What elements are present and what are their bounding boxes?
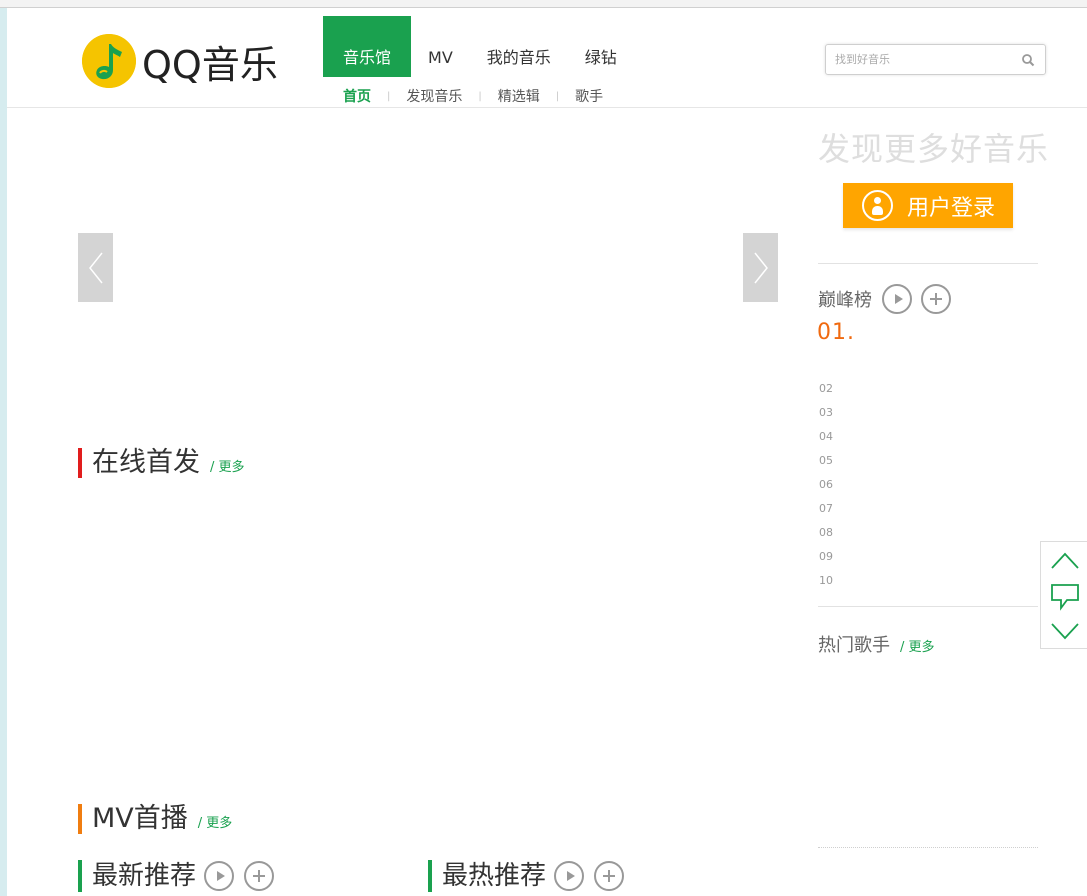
chevron-down-icon[interactable] — [1050, 616, 1080, 646]
play-latest-button[interactable] — [204, 861, 235, 891]
add-hottest-button[interactable] — [594, 861, 625, 891]
nav-item-music-hall[interactable]: 音乐馆 — [323, 16, 412, 77]
window-top-bar — [0, 0, 1087, 8]
add-latest-button[interactable] — [244, 861, 275, 891]
play-chart-button[interactable] — [882, 284, 912, 314]
slider-next-button[interactable] — [743, 233, 778, 302]
hot-singers-title: 热门歌手 — [818, 635, 890, 656]
section-hottest: 最热推荐 — [428, 860, 625, 892]
nav-item-mv[interactable]: MV — [411, 16, 470, 77]
subnav-item-home[interactable]: 首页 — [343, 86, 371, 106]
chevron-right-icon — [754, 252, 768, 284]
subnav-separator: | — [478, 90, 482, 102]
rank-number: 03 — [819, 406, 833, 419]
subnav-item-albums[interactable]: 精选辑 — [498, 86, 540, 106]
add-chart-button[interactable] — [921, 284, 951, 314]
section-title: 最新推荐 — [92, 861, 197, 891]
section-accent-bar — [78, 804, 82, 834]
sidebar-divider — [818, 263, 1038, 264]
section-accent-bar — [428, 860, 432, 892]
sidebar-dotted-divider — [818, 847, 1038, 848]
slider-prev-button[interactable] — [78, 233, 113, 302]
login-label: 用户登录 — [907, 195, 996, 221]
chevron-up-icon[interactable] — [1050, 546, 1080, 576]
section-title: 最热推荐 — [442, 861, 547, 891]
hot-singers-header: 热门歌手 / 更多 — [818, 631, 935, 657]
peak-chart-title: 巅峰榜 — [818, 290, 872, 311]
rank-number: 07 — [819, 502, 833, 515]
section-title: MV首播 — [92, 803, 188, 834]
more-link-mv-premiere[interactable]: / 更多 — [198, 812, 233, 831]
qq-music-logo[interactable]: QQ音乐 — [82, 33, 278, 89]
subnav-separator: | — [555, 90, 560, 102]
subnav-separator: | — [387, 90, 391, 102]
section-online-release: 在线首发 / 更多 — [78, 448, 245, 478]
rank-number: 06 — [819, 478, 833, 491]
peak-chart-header: 巅峰榜 — [818, 284, 951, 314]
floating-toolbar — [1040, 541, 1087, 649]
music-note-logo-icon — [82, 34, 136, 88]
chevron-left-icon — [89, 252, 103, 284]
window-left-edge — [0, 8, 7, 896]
more-link-hot-singers[interactable]: / 更多 — [900, 636, 935, 655]
sidebar-divider — [818, 606, 1038, 607]
nav-item-green-diamond[interactable]: 绿钻 — [568, 16, 634, 77]
section-mv-premiere: MV首播 / 更多 — [78, 804, 232, 834]
rank-number: 04 — [819, 430, 833, 443]
user-login-button[interactable]: 用户登录 — [843, 183, 1013, 228]
sub-nav: 首页 | 发现音乐 | 精选辑 | 歌手 — [343, 86, 603, 106]
search-icon[interactable] — [1021, 53, 1035, 67]
rank-number-first: 01. — [817, 320, 855, 345]
rank-number: 05 — [819, 454, 833, 467]
rank-number: 02 — [819, 382, 833, 395]
rank-number: 10 — [819, 574, 833, 587]
main-nav: 音乐馆 MV 我的音乐 绿钻 — [323, 16, 634, 77]
rank-list: 02 03 04 05 06 07 08 09 10 — [819, 380, 833, 596]
brand-name: QQ音乐 — [142, 42, 278, 87]
site-header: QQ音乐 音乐馆 MV 我的音乐 绿钻 首页 | 发现音乐 | 精选辑 | 歌手 — [7, 8, 1087, 108]
feedback-icon[interactable] — [1050, 581, 1080, 611]
section-accent-bar — [78, 448, 82, 478]
rank-number: 08 — [819, 526, 833, 539]
rank-number: 09 — [819, 550, 833, 563]
sidebar-heading: 发现更多好音乐 — [818, 130, 1050, 168]
search-input[interactable] — [826, 45, 1006, 74]
play-hottest-button[interactable] — [554, 861, 585, 891]
search-box — [825, 44, 1046, 75]
section-accent-bar — [78, 860, 82, 892]
more-link-online-release[interactable]: / 更多 — [210, 456, 245, 475]
subnav-item-discover[interactable]: 发现音乐 — [406, 86, 462, 106]
subnav-item-singers[interactable]: 歌手 — [575, 86, 603, 106]
nav-item-my-music[interactable]: 我的音乐 — [470, 16, 568, 77]
section-latest: 最新推荐 — [78, 860, 275, 892]
user-icon — [862, 190, 893, 221]
section-title: 在线首发 — [92, 447, 200, 478]
